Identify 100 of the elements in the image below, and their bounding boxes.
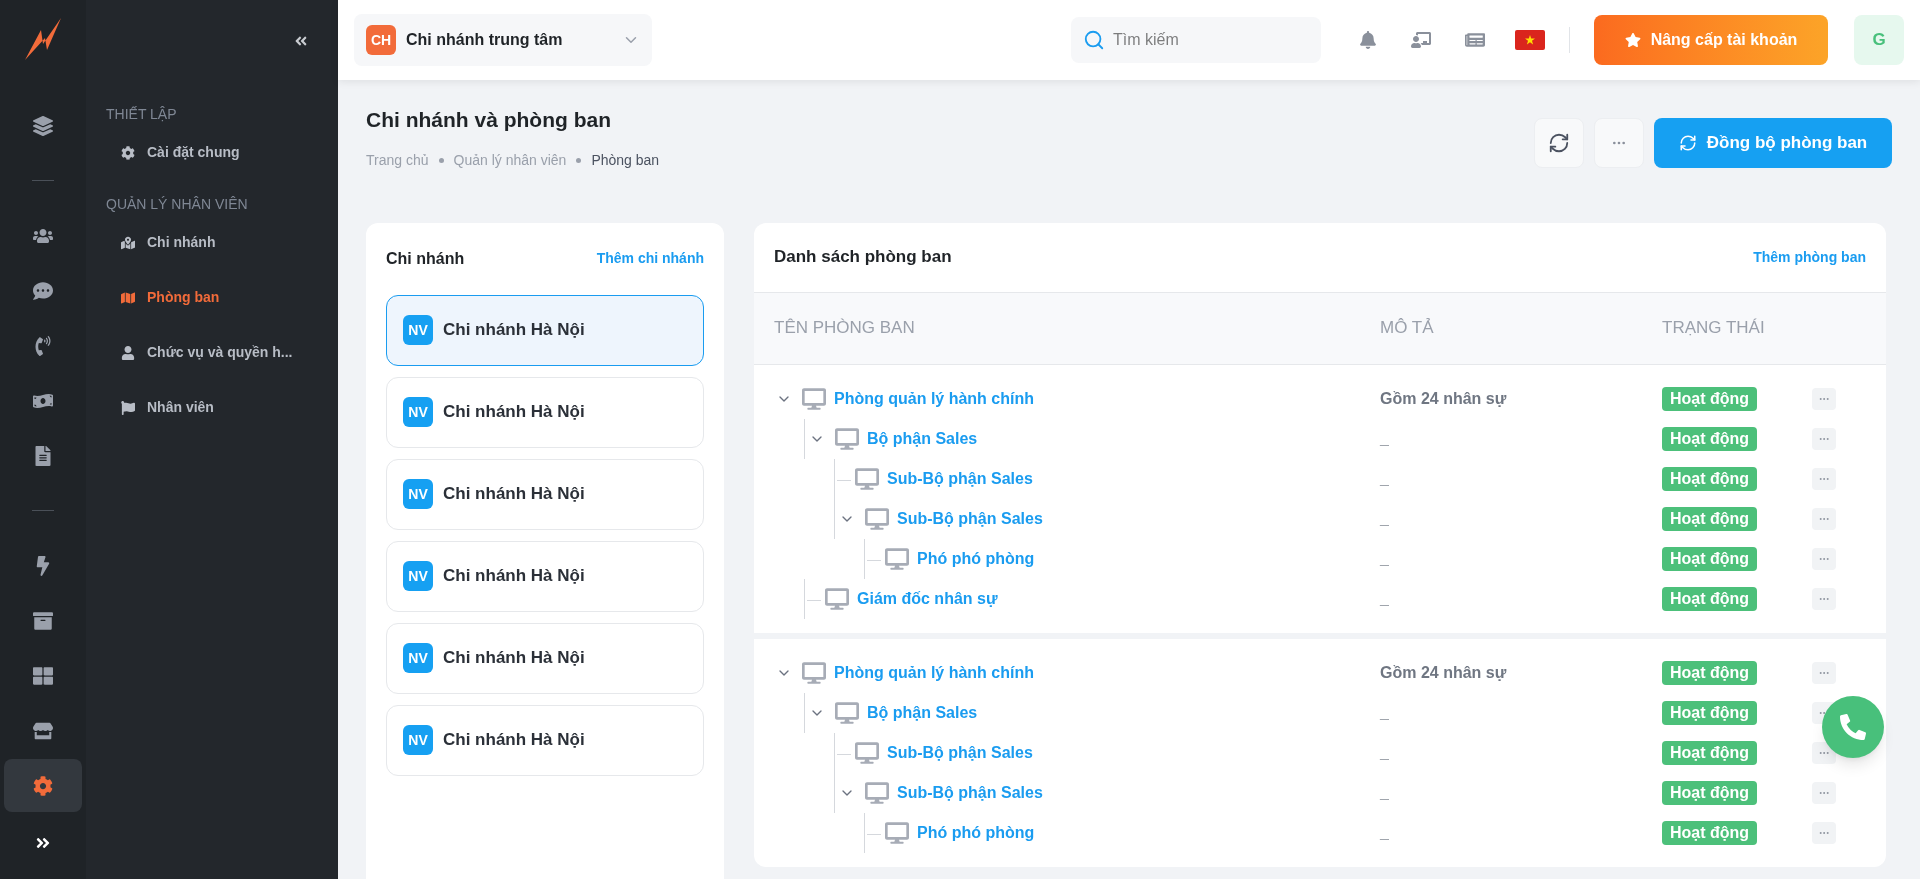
- store-icon: [33, 720, 53, 741]
- branch-badge: NV: [403, 397, 433, 427]
- settings-icon: [121, 145, 135, 160]
- upgrade-button[interactable]: Nâng cấp tài khoản: [1594, 15, 1828, 65]
- settings-icon: [33, 775, 53, 796]
- desktop-icon: [865, 506, 889, 531]
- branch-item[interactable]: NV Chi nhánh Hà Nội: [386, 376, 704, 448]
- status-badge: Hoạt động: [1662, 426, 1758, 451]
- branch-badge: NV: [403, 725, 433, 755]
- document-icon: [33, 445, 53, 466]
- refresh-icon: [1548, 132, 1570, 154]
- card-title: Danh sách phòng ban: [774, 246, 952, 269]
- branch-badge: NV: [403, 479, 433, 509]
- newspaper-icon[interactable]: [1465, 30, 1485, 50]
- branch-name: Chi nhánh Hà Nội: [443, 565, 585, 588]
- department-description: _: [1380, 702, 1390, 723]
- department-name[interactable]: Phòng quản lý hành chính: [834, 386, 1034, 411]
- map-icon: [121, 290, 135, 305]
- card-title: Chi nhánh: [386, 248, 465, 269]
- department-name[interactable]: Sub-Bộ phận Sales: [897, 780, 1043, 805]
- collapse-icon[interactable]: [294, 34, 308, 48]
- desktop-icon: [835, 700, 859, 725]
- branch-badge: NV: [403, 315, 433, 345]
- desktop-icon: [865, 780, 889, 805]
- branch-item[interactable]: NV Chi nhánh Hà Nội: [386, 540, 704, 612]
- add-branch-link[interactable]: Thêm chi nhánh: [596, 248, 704, 269]
- avatar[interactable]: G: [1854, 15, 1904, 65]
- branch-item[interactable]: NV Chi nhánh Hà Nội: [386, 704, 704, 776]
- user-icon: [121, 345, 135, 360]
- section-title: THIẾT LẬP: [106, 105, 178, 124]
- department-description: Gồm 24 nhân sự: [1380, 388, 1508, 409]
- desktop-icon: [855, 466, 879, 491]
- desktop-icon: [885, 546, 909, 571]
- department-description: _: [1380, 428, 1390, 449]
- branch-badge: CH: [366, 25, 396, 55]
- department-name[interactable]: Phòng quản lý hành chính: [834, 660, 1034, 685]
- department-name[interactable]: Sub-Bộ phận Sales: [887, 740, 1033, 765]
- branch-item[interactable]: NV Chi nhánh Hà Nội: [386, 622, 704, 694]
- department-description: _: [1380, 508, 1390, 529]
- department-description: _: [1380, 782, 1390, 803]
- sidebar-item[interactable]: Chức vụ và quyền h...: [106, 325, 318, 380]
- phone-icon: [1840, 714, 1866, 740]
- column-header: MÔ TẢ: [1380, 317, 1435, 340]
- phone-icon: [33, 335, 53, 356]
- layers-icon: [33, 115, 53, 136]
- branch-name: Chi nhánh Hà Nội: [443, 483, 585, 506]
- branch-selector[interactable]: CH Chi nhánh trung tâm: [354, 14, 652, 66]
- search-icon: [1083, 29, 1105, 51]
- expand-icon[interactable]: [35, 835, 51, 851]
- desktop-icon: [802, 386, 826, 411]
- search-field[interactable]: Tìm kiếm: [1071, 17, 1321, 63]
- column-header: TRẠNG THÁI: [1662, 317, 1766, 340]
- map-marker-icon: [121, 235, 135, 250]
- branch-name: Chi nhánh trung tâm: [406, 30, 564, 50]
- column-header: TÊN PHÒNG BAN: [774, 317, 916, 340]
- department-name[interactable]: Bộ phận Sales: [867, 700, 978, 725]
- section-title: QUẢN LÝ NHÂN VIÊN: [106, 195, 249, 214]
- branch-badge: NV: [403, 561, 433, 591]
- branch-item[interactable]: NV Chi nhánh Hà Nội: [386, 294, 704, 366]
- sync-button[interactable]: Đồng bộ phòng ban: [1654, 118, 1892, 168]
- department-name[interactable]: Sub-Bộ phận Sales: [887, 466, 1033, 491]
- sidebar-item[interactable]: Nhân viên: [106, 380, 318, 435]
- department-name[interactable]: Bộ phận Sales: [867, 426, 978, 451]
- refresh-button[interactable]: [1534, 118, 1584, 168]
- breadcrumb-item[interactable]: Quản lý nhân viên: [453, 149, 567, 171]
- bell-icon[interactable]: [1359, 31, 1377, 49]
- status-badge: Hoạt động: [1662, 546, 1758, 571]
- status-badge: Hoạt động: [1662, 820, 1758, 845]
- status-badge: Hoạt động: [1662, 700, 1758, 725]
- department-name[interactable]: Phó phó phòng: [917, 546, 1035, 571]
- branch-name: Chi nhánh Hà Nội: [443, 729, 585, 752]
- department-name[interactable]: Phó phó phòng: [917, 820, 1035, 845]
- status-badge: Hoạt động: [1662, 780, 1758, 805]
- status-badge: Hoạt động: [1662, 660, 1758, 685]
- add-department-link[interactable]: Thêm phòng ban: [1753, 246, 1866, 268]
- status-badge: Hoạt động: [1662, 506, 1758, 531]
- sidebar-item[interactable]: Cài đặt chung: [106, 125, 318, 180]
- star-icon: [1624, 32, 1641, 48]
- desktop-icon: [802, 660, 826, 685]
- department-name[interactable]: Giám đốc nhân sự: [857, 586, 998, 611]
- department-name[interactable]: Sub-Bộ phận Sales: [897, 506, 1043, 531]
- status-badge: Hoạt động: [1662, 740, 1758, 765]
- branch-badge: NV: [403, 643, 433, 673]
- department-description: _: [1380, 822, 1390, 843]
- branch-name: Chi nhánh Hà Nội: [443, 319, 585, 342]
- archive-icon: [33, 610, 53, 631]
- status-badge: Hoạt động: [1662, 586, 1758, 611]
- branch-item[interactable]: NV Chi nhánh Hà Nội: [386, 458, 704, 530]
- flag-icon: [121, 400, 135, 415]
- desktop-icon: [855, 740, 879, 765]
- desktop-icon: [835, 426, 859, 451]
- presenter-icon[interactable]: [1411, 30, 1431, 50]
- department-description: _: [1380, 588, 1390, 609]
- flag-icon[interactable]: [1515, 30, 1545, 50]
- sidebar-item[interactable]: Phòng ban: [106, 270, 318, 325]
- breadcrumb-item[interactable]: Trang chủ: [366, 149, 429, 171]
- department-description: _: [1380, 548, 1390, 569]
- status-badge: Hoạt động: [1662, 466, 1758, 491]
- sidebar-item[interactable]: Chi nhánh: [106, 215, 318, 270]
- rail-item[interactable]: [4, 759, 82, 812]
